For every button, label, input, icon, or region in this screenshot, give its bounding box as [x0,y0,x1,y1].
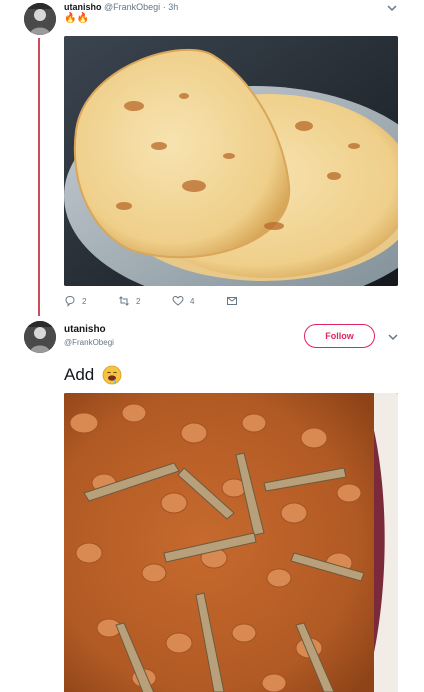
display-name[interactable]: utanisho [64,2,102,12]
avatar[interactable] [24,3,56,35]
tweet-body: Add [64,364,122,386]
tweet-header: utanisho @FrankObegi · 3h [64,2,178,12]
thread-connector-line [38,38,40,316]
avatar[interactable] [24,321,56,353]
chevron-down-icon[interactable] [386,330,400,344]
retweet-button[interactable]: 2 [118,294,140,308]
chevron-down-icon[interactable] [385,1,399,15]
like-icon [172,295,184,306]
tweet-text: 🔥🔥 [64,13,89,24]
direct-message-button[interactable] [226,294,244,308]
user-handle[interactable]: @FrankObegi [64,338,114,347]
tweet-text: Add [64,365,95,384]
timestamp[interactable]: 3h [168,2,178,12]
direct-message-icon [227,297,237,305]
user-handle[interactable]: @FrankObegi [104,2,160,12]
like-button[interactable]: 4 [172,294,194,308]
tweet-photo[interactable] [64,36,398,286]
display-name[interactable]: utanisho [64,324,106,335]
reply-button[interactable]: 2 [64,294,86,308]
reply-count: 2 [82,296,87,306]
tweet-actions: 2 2 4 [64,294,264,308]
follow-button[interactable]: Follow [304,324,375,348]
separator-dot: · [162,2,166,12]
retweet-icon [119,296,129,306]
drooling-face-emoji-icon [102,365,122,385]
reply-icon [65,295,75,307]
like-count: 4 [190,296,195,306]
retweet-count: 2 [136,296,141,306]
tweet-photo[interactable] [64,393,398,692]
